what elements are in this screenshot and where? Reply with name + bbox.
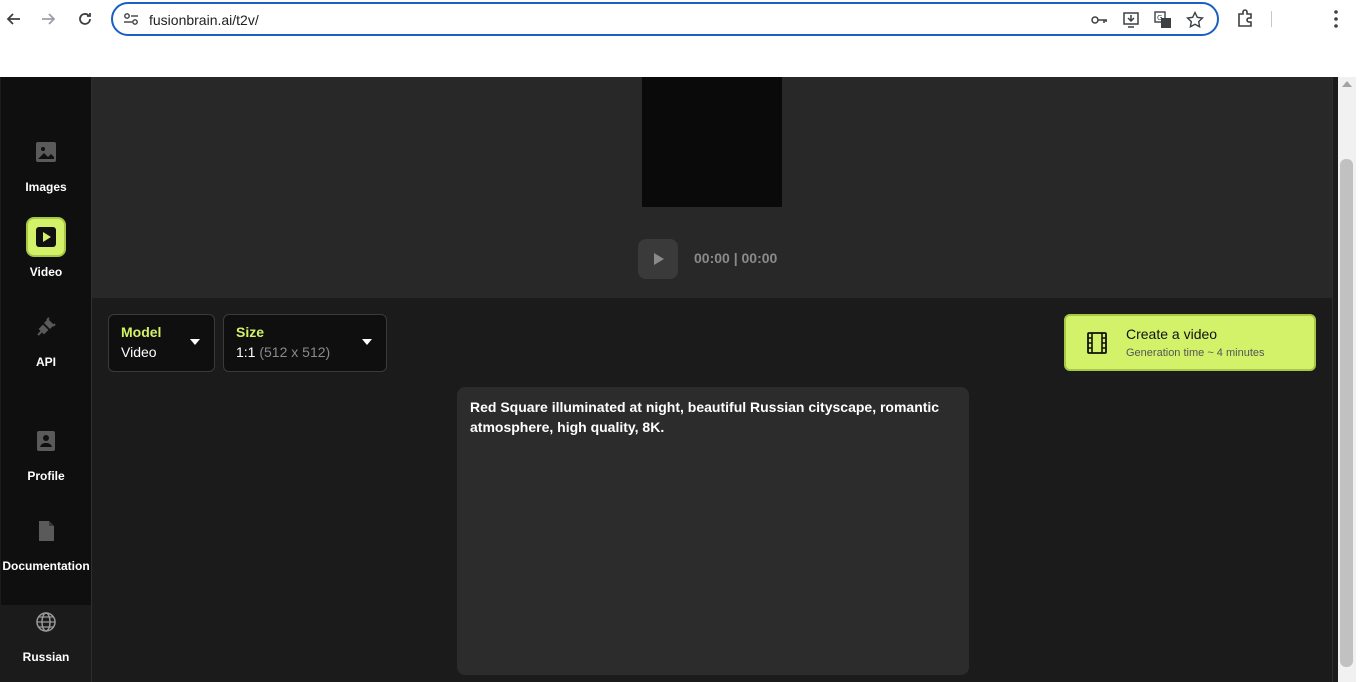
size-value: 1:1 (512 x 512) [236, 344, 374, 360]
plug-icon [26, 307, 66, 347]
size-label: Size [236, 324, 265, 340]
sidebar: Images Video API Profile Documentation R… [1, 77, 91, 682]
scroll-up-arrow-icon[interactable] [1342, 81, 1352, 87]
reload-icon[interactable] [74, 8, 96, 30]
translate-icon[interactable]: G [1153, 10, 1173, 30]
extensions-icon[interactable] [1236, 8, 1256, 28]
toolbar-divider [1271, 11, 1272, 27]
sidebar-footer: Russian [1, 605, 91, 682]
app-root: Images Video API Profile Documentation R… [0, 77, 1338, 682]
main-panel: 00:00 | 00:00 Model Video Size 1:1 (512 … [91, 77, 1333, 682]
address-bar[interactable]: fusionbrain.ai/t2v/ G [111, 2, 1219, 36]
sidebar-item-video[interactable]: Video [1, 217, 91, 279]
play-icon [654, 253, 664, 265]
site-settings-icon[interactable] [123, 12, 139, 26]
play-button[interactable] [638, 239, 678, 279]
bookmark-star-icon[interactable] [1185, 10, 1205, 30]
sidebar-item-language[interactable]: Russian [1, 602, 91, 664]
sidebar-item-label: Documentation [2, 559, 90, 573]
globe-icon [26, 602, 66, 642]
more-menu-icon[interactable] [1326, 8, 1346, 30]
sidebar-item-label: Profile [27, 469, 65, 483]
scrollbar-thumb[interactable] [1340, 159, 1353, 667]
image-icon [26, 132, 66, 172]
size-select[interactable]: Size 1:1 (512 x 512) [223, 314, 387, 372]
prompt-input[interactable]: Red Square illuminated at night, beautif… [457, 387, 969, 675]
playback-time: 00:00 | 00:00 [694, 250, 778, 266]
video-preview [642, 77, 782, 207]
video-player: 00:00 | 00:00 [92, 77, 1332, 298]
page-scrollbar[interactable] [1338, 77, 1356, 682]
sidebar-item-label: Russian [22, 650, 70, 664]
svg-text:G: G [1157, 14, 1162, 22]
document-icon [26, 511, 66, 551]
sidebar-item-label: Video [29, 265, 63, 279]
sidebar-item-profile[interactable]: Profile [1, 421, 91, 483]
sidebar-item-label: Images [25, 180, 67, 194]
play-icon [26, 217, 66, 257]
url-text[interactable]: fusionbrain.ai/t2v/ [149, 12, 259, 28]
key-icon[interactable] [1089, 10, 1109, 30]
install-app-icon[interactable] [1121, 10, 1141, 30]
size-detail: (512 x 512) [259, 344, 331, 360]
create-video-title: Create a video [1126, 326, 1218, 342]
chevron-down-icon [362, 339, 372, 345]
sidebar-item-images[interactable]: Images [1, 132, 91, 194]
size-ratio: 1:1 [236, 344, 256, 360]
model-label: Model [121, 324, 162, 340]
back-icon[interactable] [3, 8, 25, 30]
forward-icon[interactable] [37, 8, 59, 30]
generation-time-note: Generation time ~ 4 minutes [1126, 347, 1265, 359]
sidebar-item-label: API [35, 355, 56, 369]
model-value: Video [121, 344, 157, 360]
profile-icon [26, 421, 66, 461]
sidebar-item-documentation[interactable]: Documentation [1, 511, 91, 573]
sidebar-item-api[interactable]: API [1, 307, 91, 369]
model-select[interactable]: Model Video [108, 314, 215, 372]
browser-toolbar: fusionbrain.ai/t2v/ G [0, 0, 1366, 77]
chevron-down-icon [190, 339, 200, 345]
create-video-button[interactable]: Create a video Generation time ~ 4 minut… [1064, 314, 1316, 371]
film-icon [1087, 332, 1107, 354]
